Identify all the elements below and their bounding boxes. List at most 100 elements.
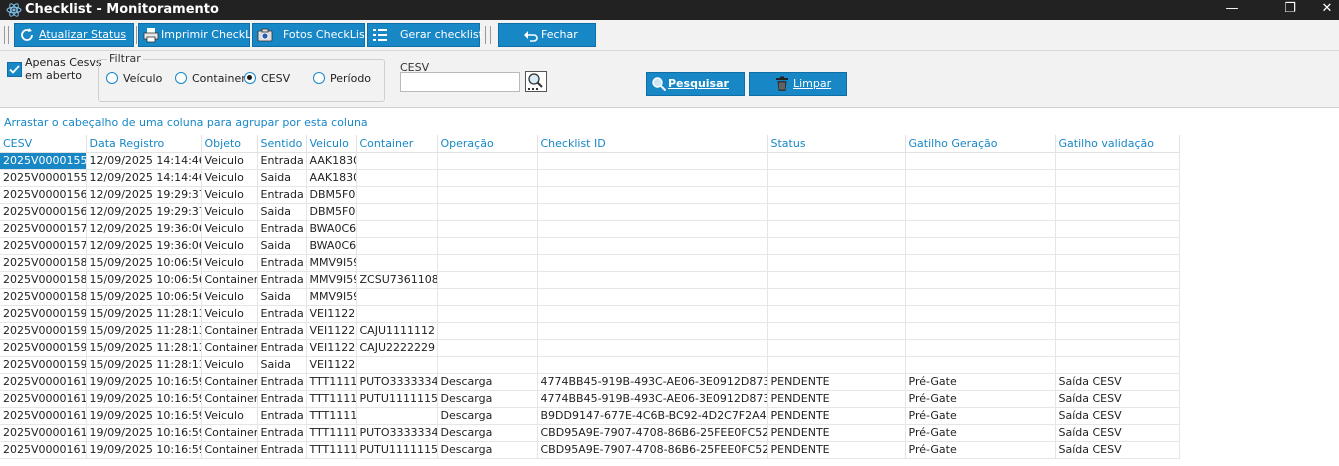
cell-operacao[interactable] — [437, 305, 538, 323]
column-header-status[interactable]: Status — [767, 135, 906, 153]
cell-checklist-id[interactable] — [537, 220, 768, 238]
cell-cesv[interactable]: 2025V0000161 — [0, 407, 87, 425]
cell-operacao[interactable] — [437, 254, 538, 272]
cell-cesv[interactable]: 2025V0000155 — [0, 152, 87, 170]
cell-gatilho-validacao[interactable]: Saída CESV — [1055, 407, 1180, 425]
cell-cesv[interactable]: 2025V0000156 — [0, 203, 87, 221]
cell-status[interactable] — [767, 271, 906, 289]
cell-data-registro[interactable]: 15/09/2025 10:06:56 — [86, 271, 202, 289]
table-row[interactable]: 2025V0000156 12/09/2025 19:29:37 Veiculo Sa… — [0, 203, 1180, 221]
cell-operacao[interactable]: Descarga — [437, 390, 538, 408]
cell-veiculo[interactable]: MMV9I59 — [306, 254, 357, 272]
cell-gatilho-geracao[interactable] — [905, 254, 1056, 272]
cell-gatilho-validacao[interactable] — [1055, 169, 1180, 187]
cell-veiculo[interactable]: AAK1830 — [306, 152, 357, 170]
cell-container[interactable] — [356, 186, 438, 204]
cell-objeto[interactable]: Container — [201, 373, 258, 391]
cell-veiculo[interactable]: VEI1122 — [306, 356, 357, 374]
cell-gatilho-validacao[interactable]: Saída CESV — [1055, 424, 1180, 442]
cell-veiculo[interactable]: TTT1111 — [306, 424, 357, 442]
cell-container[interactable]: CAJU1111112 — [356, 322, 438, 340]
cell-sentido[interactable]: Saida — [257, 356, 307, 374]
cell-veiculo[interactable]: BWA0C67 — [306, 237, 357, 255]
cell-gatilho-validacao[interactable] — [1055, 186, 1180, 204]
cell-operacao[interactable] — [437, 169, 538, 187]
cell-objeto[interactable]: Veiculo — [201, 356, 258, 374]
cell-container[interactable]: PUTO3333334 — [356, 373, 438, 391]
cell-cesv[interactable]: 2025V0000157 — [0, 220, 87, 238]
cell-container[interactable] — [356, 203, 438, 221]
cesv-input[interactable] — [400, 72, 520, 92]
cell-gatilho-geracao[interactable] — [905, 203, 1056, 221]
table-row[interactable]: 2025V0000161 19/09/2025 10:16:59 Container… — [0, 390, 1180, 408]
cell-veiculo[interactable]: VEI1122 — [306, 322, 357, 340]
cell-data-registro[interactable]: 12/09/2025 19:36:06 — [86, 220, 202, 238]
cell-container[interactable]: CAJU2222229 — [356, 339, 438, 357]
table-row[interactable]: 2025V0000157 12/09/2025 19:36:06 Veiculo En… — [0, 220, 1180, 238]
cell-cesv[interactable]: 2025V0000159 — [0, 322, 87, 340]
cell-data-registro[interactable]: 12/09/2025 19:29:37 — [86, 203, 202, 221]
cell-container[interactable] — [356, 288, 438, 306]
cell-status[interactable] — [767, 186, 906, 204]
cell-gatilho-validacao[interactable]: Saída CESV — [1055, 390, 1180, 408]
cell-data-registro[interactable]: 15/09/2025 11:28:13 — [86, 356, 202, 374]
cell-status[interactable] — [767, 237, 906, 255]
cell-gatilho-geracao[interactable] — [905, 152, 1056, 170]
cell-checklist-id[interactable] — [537, 356, 768, 374]
table-row[interactable]: 2025V0000158 15/09/2025 10:06:56 Veiculo En… — [0, 254, 1180, 272]
cell-objeto[interactable]: Veiculo — [201, 305, 258, 323]
cell-data-registro[interactable]: 15/09/2025 11:28:13 — [86, 322, 202, 340]
cell-status[interactable]: PENDENTE — [767, 390, 906, 408]
radio-veiculo[interactable] — [106, 72, 118, 84]
cell-status[interactable]: PENDENTE — [767, 373, 906, 391]
cell-gatilho-geracao[interactable] — [905, 271, 1056, 289]
cell-cesv[interactable]: 2025V0000161 — [0, 441, 87, 459]
cell-status[interactable] — [767, 305, 906, 323]
cell-gatilho-validacao[interactable] — [1055, 220, 1180, 238]
cell-cesv[interactable]: 2025V0000159 — [0, 339, 87, 357]
cell-objeto[interactable]: Container — [201, 390, 258, 408]
cell-data-registro[interactable]: 19/09/2025 10:16:59 — [86, 390, 202, 408]
cell-sentido[interactable]: Saida — [257, 237, 307, 255]
clear-button[interactable]: Limpar — [749, 72, 847, 96]
cell-container[interactable]: PUTU1111115 — [356, 390, 438, 408]
cell-cesv[interactable]: 2025V0000158 — [0, 254, 87, 272]
cell-gatilho-geracao[interactable]: Pré-Gate — [905, 373, 1056, 391]
cell-data-registro[interactable]: 12/09/2025 14:14:46 — [86, 169, 202, 187]
cell-checklist-id[interactable]: 4774BB45-919B-493C-AE06-3E0912D87316 — [537, 390, 768, 408]
cell-status[interactable]: PENDENTE — [767, 424, 906, 442]
cell-container[interactable]: PUTO3333334 — [356, 424, 438, 442]
cell-operacao[interactable] — [437, 152, 538, 170]
cell-gatilho-geracao[interactable] — [905, 169, 1056, 187]
cell-sentido[interactable]: Entrada — [257, 186, 307, 204]
cell-gatilho-validacao[interactable] — [1055, 152, 1180, 170]
cell-objeto[interactable]: Container — [201, 271, 258, 289]
cell-veiculo[interactable]: TTT1111 — [306, 407, 357, 425]
cell-veiculo[interactable]: VEI1122 — [306, 339, 357, 357]
cell-gatilho-geracao[interactable] — [905, 339, 1056, 357]
cell-sentido[interactable]: Entrada — [257, 322, 307, 340]
cell-objeto[interactable]: Container — [201, 339, 258, 357]
cell-gatilho-validacao[interactable] — [1055, 271, 1180, 289]
cell-sentido[interactable]: Entrada — [257, 424, 307, 442]
radio-periodo[interactable] — [313, 72, 325, 84]
cell-container[interactable] — [356, 305, 438, 323]
cell-objeto[interactable]: Veiculo — [201, 186, 258, 204]
column-header-cesv[interactable]: CESV — [0, 135, 87, 153]
cell-operacao[interactable]: Descarga — [437, 373, 538, 391]
cell-sentido[interactable]: Entrada — [257, 390, 307, 408]
cell-operacao[interactable] — [437, 186, 538, 204]
print-checklist-button[interactable]: Imprimir CheckList — [138, 23, 264, 47]
cell-status[interactable] — [767, 203, 906, 221]
cell-container[interactable] — [356, 237, 438, 255]
cell-data-registro[interactable]: 19/09/2025 10:16:59 — [86, 373, 202, 391]
cell-checklist-id[interactable] — [537, 288, 768, 306]
cell-gatilho-validacao[interactable] — [1055, 356, 1180, 374]
table-row[interactable]: 2025V0000155 12/09/2025 14:14:46 Veiculo En… — [0, 152, 1180, 170]
cell-operacao[interactable] — [437, 322, 538, 340]
cell-checklist-id[interactable] — [537, 152, 768, 170]
cell-checklist-id[interactable] — [537, 186, 768, 204]
cell-checklist-id[interactable]: B9DD9147-677E-4C6B-BC92-4D2C7F2A4484 — [537, 407, 768, 425]
cell-objeto[interactable]: Veiculo — [201, 203, 258, 221]
cell-cesv[interactable]: 2025V0000155 — [0, 169, 87, 187]
